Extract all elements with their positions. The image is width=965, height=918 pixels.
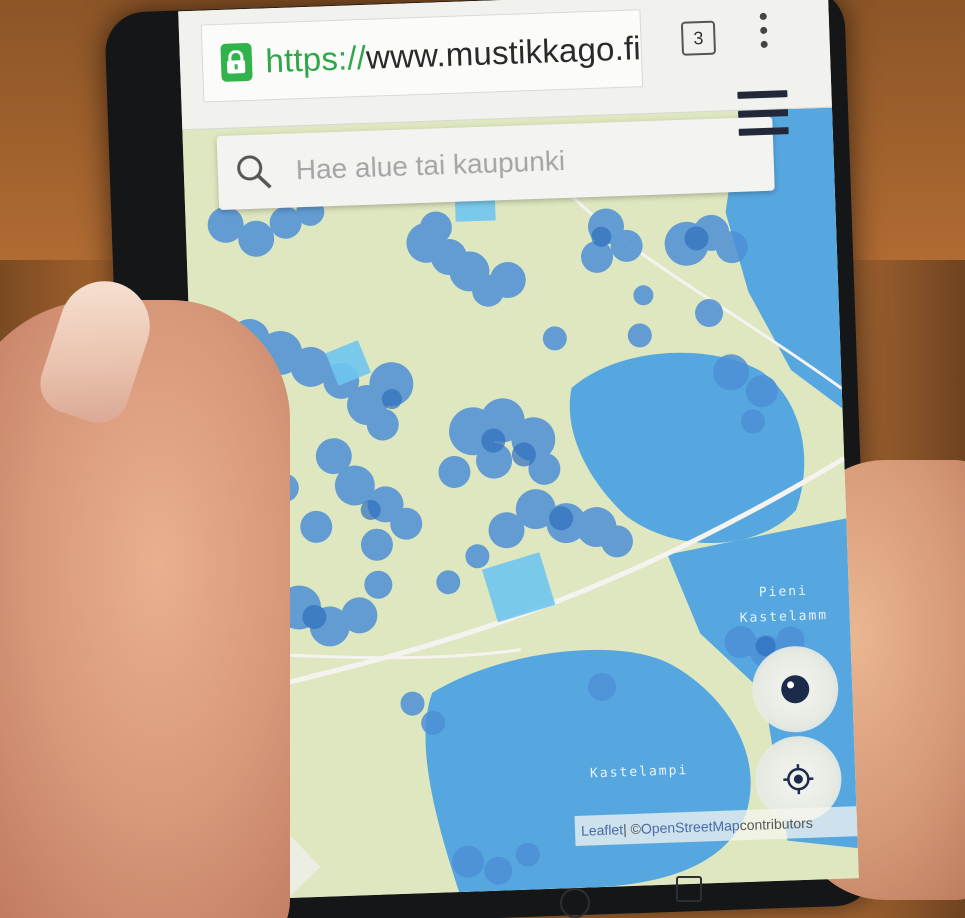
map-label-kastelamm: Kastelamm: [739, 608, 828, 626]
eye-icon: [780, 674, 810, 704]
search-input[interactable]: [293, 139, 699, 188]
url-host: www.mustikkago.fi: [365, 29, 642, 76]
map-label-pieni: Pieni: [759, 584, 809, 601]
attribution-separator: | ©: [622, 820, 642, 838]
home-nav-button[interactable]: [560, 888, 590, 918]
url-separator: ://: [337, 38, 367, 77]
url-scheme: https: [264, 39, 339, 80]
crosshair-icon: [783, 764, 814, 795]
lock-icon: [220, 42, 253, 82]
browser-toolbar: https://www.mustikkago.fi 3: [178, 0, 832, 131]
leaflet-link[interactable]: Leaflet: [581, 821, 624, 838]
overflow-menu-icon[interactable]: [756, 9, 770, 57]
attribution-contributors: contributors: [739, 814, 814, 834]
url-text: https://www.mustikkago.fi: [265, 29, 642, 80]
recents-nav-button[interactable]: [676, 876, 702, 902]
search-icon: [237, 155, 272, 189]
osm-link[interactable]: OpenStreetMap: [641, 817, 740, 836]
photo-background: Pieni Kastelamm Kastelampi https://www.m…: [0, 0, 965, 918]
tab-switcher-button[interactable]: 3: [680, 20, 717, 56]
menu-icon[interactable]: [737, 90, 789, 136]
url-field[interactable]: https://www.mustikkago.fi: [200, 9, 644, 103]
